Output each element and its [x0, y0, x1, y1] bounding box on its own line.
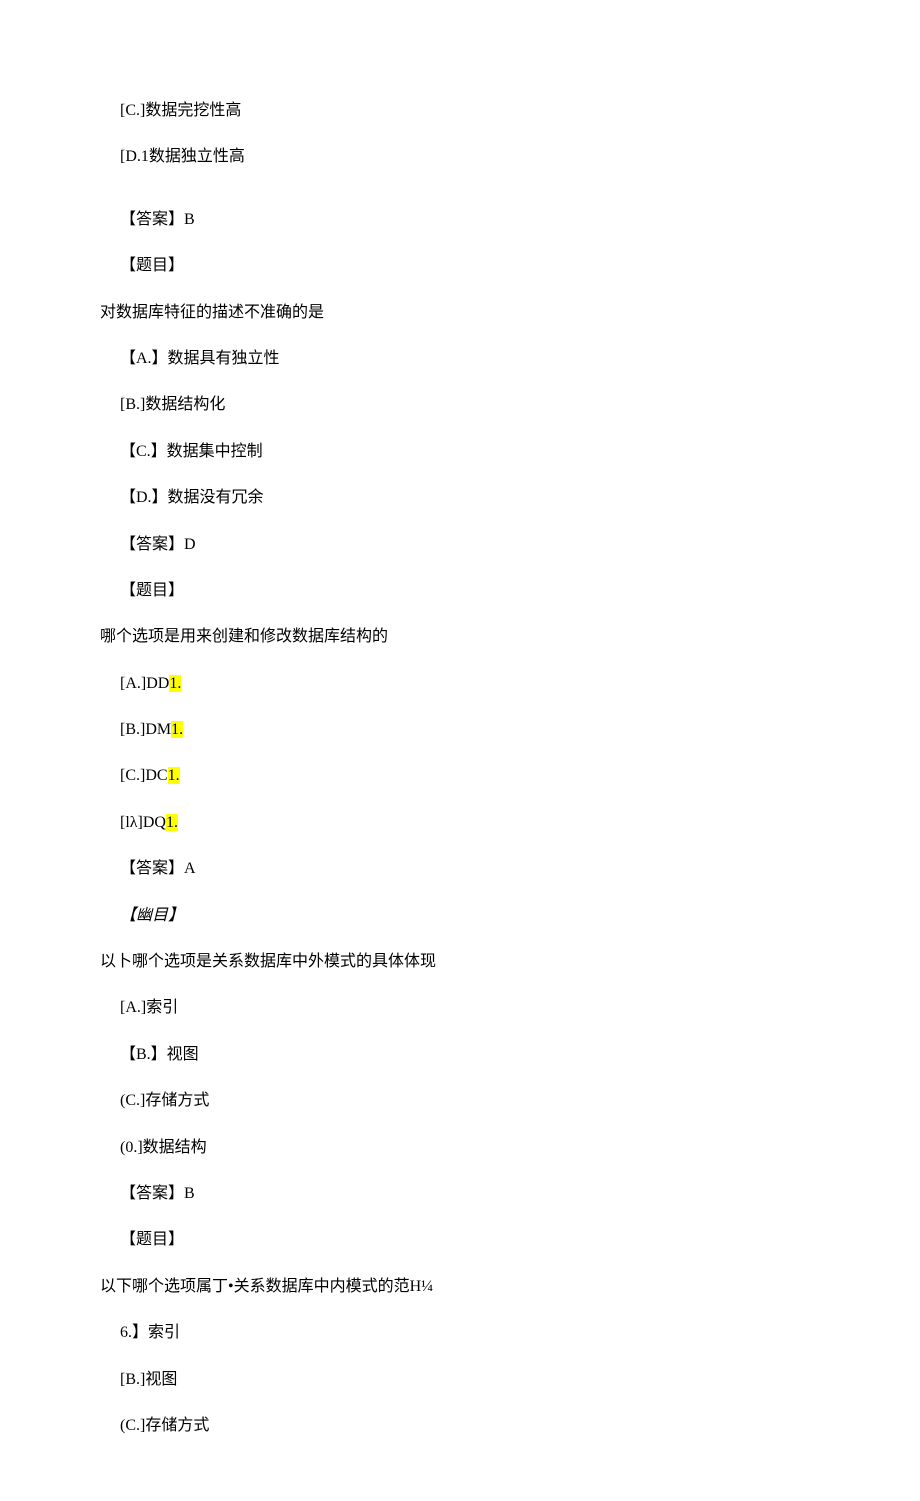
text-segment: [A.]DD	[120, 675, 169, 692]
text-line: 【幽目】	[100, 905, 820, 927]
highlighted-text: 1.	[168, 767, 180, 784]
text-segment: [B.]DM	[120, 721, 171, 738]
text-line: 以卜哪个选项是关系数据库中外模式的具体体现	[100, 951, 820, 973]
text-line: 【答案】A	[100, 858, 820, 880]
text-line: 6.】索引	[100, 1322, 820, 1344]
text-line: [A.]DD1.	[100, 673, 820, 695]
text-line: 【题目】	[100, 1229, 820, 1251]
text-line: [lλ]DQ1.	[100, 812, 820, 834]
highlighted-text: 1.	[169, 675, 181, 692]
text-line: 以下哪个选项属丁•关系数据库中内模式的范H¼	[100, 1276, 820, 1298]
highlighted-text: 1.	[171, 721, 183, 738]
text-line: [D.1数据独立性高	[100, 146, 820, 168]
text-line: [C.]数据完挖性高	[100, 100, 820, 122]
text-line: 【答案】B	[100, 209, 820, 231]
text-line: (C.]存储方式	[100, 1090, 820, 1112]
text-segment: [lλ]DQ	[120, 814, 166, 831]
text-line: [C.]DC1.	[100, 765, 820, 787]
text-line: 【题目】	[100, 580, 820, 602]
document-page: [C.]数据完挖性高[D.1数据独立性高【答案】B【题目】对数据库特征的描述不准…	[0, 0, 920, 1501]
text-line: (0.]数据结构	[100, 1137, 820, 1159]
text-line: 【答案】B	[100, 1183, 820, 1205]
text-segment: [C.]DC	[120, 767, 168, 784]
text-line: [B.]数据结构化	[100, 394, 820, 416]
text-line: 【C.】数据集中控制	[100, 441, 820, 463]
highlighted-text: 1.	[166, 814, 178, 831]
text-line: [B.]视图	[100, 1369, 820, 1391]
text-line: 【B.】视图	[100, 1044, 820, 1066]
text-line: 【题目】	[100, 255, 820, 277]
text-line: 【A.】数据具有独立性	[100, 348, 820, 370]
text-line: 【答案】D	[100, 534, 820, 556]
text-line: 对数据库特征的描述不准确的是	[100, 302, 820, 324]
text-line: [B.]DM1.	[100, 719, 820, 741]
text-line: (C.]存储方式	[100, 1415, 820, 1437]
text-line: 哪个选项是用来创建和修改数据库结构的	[100, 626, 820, 648]
text-line: 【D.】数据没有冗余	[100, 487, 820, 509]
text-line: [A.]索引	[100, 997, 820, 1019]
